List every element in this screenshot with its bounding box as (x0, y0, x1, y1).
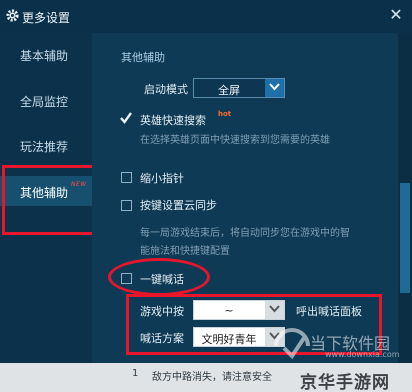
chevron-down-icon (265, 79, 284, 97)
highlight-box-sidebar (2, 165, 97, 235)
launch-mode-value: 全屏 (218, 84, 240, 97)
shrink-pointer-label: 缩小指针 (140, 172, 184, 185)
sidebar-item-label: 玩法推荐 (20, 140, 69, 154)
watermark-brand: 京华手游网 (300, 373, 390, 392)
cloud-sync-desc-line1: 每一局游戏结束后，将自动同步您在游戏中的智 (140, 228, 350, 239)
watermark-logo-icon (274, 328, 310, 360)
shout-message: 敌方中路消失，请注意安全 (152, 372, 272, 383)
sidebar-item-basic-assist[interactable]: 基本辅助 (0, 39, 92, 69)
gear-icon (6, 9, 19, 22)
title-bar: 更多设置 ✕ (0, 0, 412, 33)
highlight-oval-shout (108, 258, 210, 296)
sidebar-item-global-monitor[interactable]: 全局监控 (0, 85, 92, 115)
sidebar-item-recommendations[interactable]: 玩法推荐 (0, 130, 92, 160)
shout-index: 1 (132, 368, 139, 379)
cloud-sync-label: 按键设置云同步 (140, 199, 217, 212)
window-title: 更多设置 (22, 11, 71, 25)
hero-search-label: 英雄快速搜索 (140, 114, 206, 127)
shrink-pointer-checkbox[interactable] (121, 172, 132, 183)
cloud-sync-desc-line2: 能施法和快捷键配置 (140, 246, 230, 257)
close-icon: ✕ (389, 5, 403, 24)
watermark-url: www.downxia.com (325, 350, 400, 359)
launch-mode-select[interactable]: 全屏 (193, 78, 285, 98)
section-title: 其他辅助 (121, 51, 165, 64)
close-button[interactable]: ✕ (386, 4, 406, 26)
sidebar-item-label: 基本辅助 (20, 49, 69, 63)
cloud-sync-checkbox[interactable] (121, 200, 132, 211)
sidebar-item-label: 全局监控 (20, 95, 69, 109)
hero-search-desc: 在选择英雄页面中快速搜索到您需要的英雄 (140, 135, 330, 146)
launch-mode-label: 启动模式 (144, 83, 188, 96)
hot-badge: hot (218, 110, 232, 118)
scrollbar-thumb[interactable] (400, 183, 410, 293)
hero-search-checkbox[interactable] (119, 111, 133, 125)
